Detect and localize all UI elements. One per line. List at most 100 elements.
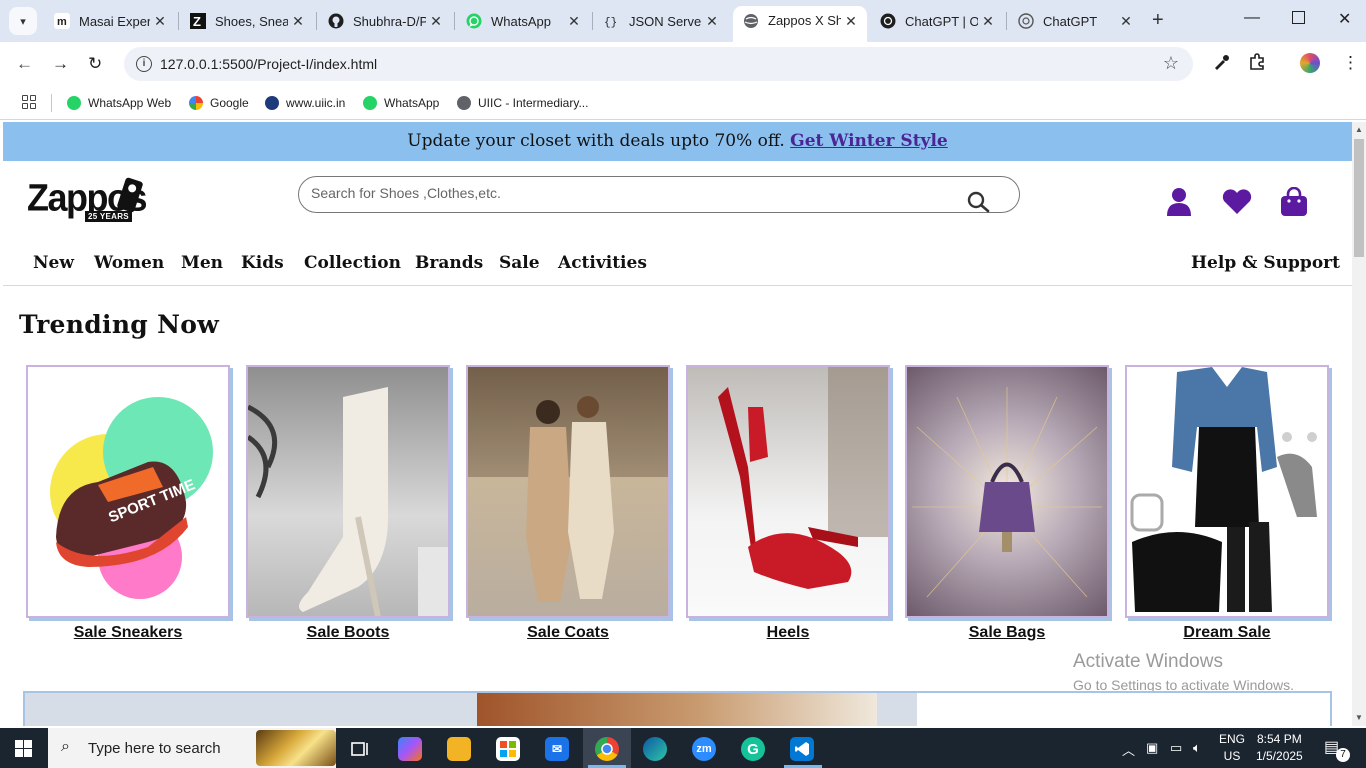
tray-chevron-up-icon[interactable]: ︿ [1122,740,1135,759]
profile-avatar[interactable] [1300,53,1320,73]
card-label[interactable]: Sale Boots [246,624,450,642]
chrome-icon[interactable] [595,737,619,761]
tab-chatgpt-1[interactable]: ChatGPT | O ✕ [870,6,1004,36]
card-label[interactable]: Sale Bags [905,624,1109,642]
bookmark-whatsapp[interactable]: WhatsApp [363,94,439,112]
trending-card-bags[interactable]: Sale Bags [905,365,1109,642]
nav-brands[interactable]: Brands [415,253,483,273]
forward-arrow-icon[interactable]: → [52,54,69,74]
close-icon[interactable]: ✕ [978,13,998,30]
scroll-down-icon[interactable]: ▼ [1355,713,1363,722]
card-label[interactable]: Dream Sale [1125,624,1329,642]
wishlist-heart-icon[interactable] [1221,189,1253,220]
microsoft-store-icon[interactable] [496,737,520,761]
search-highlight-image [256,730,336,766]
section-title: Trending Now [19,310,220,339]
search-input[interactable] [311,185,951,201]
new-tab-button[interactable]: + [1152,9,1164,31]
nav-activities[interactable]: Activities [558,253,647,273]
url-text[interactable]: 127.0.0.1:5500/Project-I/index.html [160,56,377,72]
promo-link[interactable]: Get Winter Style [790,131,948,151]
mail-icon[interactable]: ✉ [545,737,569,761]
trending-card-dream-sale[interactable]: Dream Sale [1125,365,1329,642]
tab-search-button[interactable]: ▾ [9,7,37,35]
apps-grid-icon[interactable] [22,95,36,109]
card-image[interactable]: SPORT TIME [26,365,230,618]
back-arrow-icon[interactable]: ← [16,54,33,74]
tab-github[interactable]: Shubhra-D/P ✕ [318,6,452,36]
card-label[interactable]: Sale Coats [466,624,670,642]
close-icon[interactable]: ✕ [564,13,584,30]
task-view-icon[interactable] [349,737,373,761]
close-icon[interactable]: ✕ [841,13,861,30]
tab-title: JSON Server [629,13,702,29]
card-image[interactable] [246,365,450,618]
minimize-button[interactable]: — [1244,9,1260,27]
window-close-button[interactable]: ✕ [1338,9,1351,29]
nav-women[interactable]: Women [94,253,164,273]
tab-chatgpt-2[interactable]: ChatGPT ✕ [1008,6,1142,36]
close-icon[interactable]: ✕ [1116,13,1136,30]
tab-whatsapp[interactable]: WhatsApp ✕ [456,6,590,36]
tab-masai[interactable]: m Masai Experi ✕ [44,6,176,36]
nav-kids[interactable]: Kids [241,253,284,273]
more-menu-icon[interactable]: ⋮ [1342,53,1359,73]
browser-toolbar: ← → ↻ i 127.0.0.1:5500/Project-I/index.h… [0,42,1366,86]
trending-card-sneakers[interactable]: SPORT TIME Sale Sneakers [26,365,230,642]
bookmark-uiic-intermediary[interactable]: UIIC - Intermediary... [457,94,588,112]
nav-new[interactable]: New [33,253,74,273]
volume-icon[interactable]: 🔈︎ [1193,740,1201,756]
search-box[interactable] [298,176,1020,213]
meet-now-icon[interactable]: ▣ [1146,740,1158,756]
trending-card-coats[interactable]: Sale Coats [466,365,670,642]
eyedropper-icon[interactable] [1212,53,1230,76]
taskbar-search[interactable]: ⌕ Type here to search [48,728,336,768]
scrollbar-thumb[interactable] [1354,139,1364,257]
battery-icon[interactable]: ▭ [1170,740,1182,756]
card-label[interactable]: Sale Sneakers [26,624,230,642]
close-icon[interactable]: ✕ [426,13,446,30]
nav-sale[interactable]: Sale [499,253,540,273]
nav-help-support[interactable]: Help & Support [1191,253,1340,273]
search-icon[interactable] [967,191,991,218]
tab-json-server[interactable]: {} JSON Server ✕ [594,6,728,36]
close-icon[interactable]: ✕ [702,13,722,30]
file-explorer-icon[interactable] [447,737,471,761]
reload-icon[interactable]: ↻ [88,54,102,74]
bookmark-uiic[interactable]: www.uiic.in [265,94,345,112]
tab-zappos-shoes[interactable]: Z Shoes, Sneak ✕ [180,6,314,36]
card-image[interactable] [466,365,670,618]
address-bar[interactable]: i 127.0.0.1:5500/Project-I/index.html ☆ [124,47,1193,81]
hero-banner[interactable] [23,691,1332,726]
bookmark-whatsapp-web[interactable]: WhatsApp Web [67,94,171,112]
zoom-icon[interactable]: zm [692,737,716,761]
nav-men[interactable]: Men [181,253,223,273]
grammarly-icon[interactable]: G [741,737,765,761]
windows-start-icon[interactable] [15,740,32,757]
vscode-icon[interactable] [790,737,814,761]
bookmark-google[interactable]: Google [189,94,249,112]
card-image[interactable] [905,365,1109,618]
page-scrollbar[interactable]: ▲ ▼ [1352,122,1366,726]
nav-collection[interactable]: Collection [304,253,401,273]
close-icon[interactable]: ✕ [288,13,308,30]
language-indicator[interactable]: ENG US [1219,731,1245,765]
extensions-puzzle-icon[interactable] [1248,53,1266,76]
close-icon[interactable]: ✕ [150,13,170,30]
bookmark-star-icon[interactable]: ☆ [1163,53,1179,74]
card-image[interactable] [1125,365,1329,618]
user-account-icon[interactable] [1166,187,1192,222]
scroll-up-icon[interactable]: ▲ [1355,125,1363,134]
card-image[interactable] [686,365,890,618]
copilot-icon[interactable] [398,737,422,761]
trending-card-boots[interactable]: Sale Boots [246,365,450,642]
uiic-icon [265,96,279,110]
shopping-bag-icon[interactable] [1280,186,1308,222]
edge-icon[interactable] [643,737,667,761]
taskbar-clock[interactable]: 8:54 PM 1/5/2025 [1256,731,1303,765]
card-label[interactable]: Heels [686,624,890,642]
trending-card-heels[interactable]: Heels [686,365,890,642]
site-info-icon[interactable]: i [136,56,152,72]
tab-zappos-active[interactable]: Zappos X Sh ✕ [733,6,867,42]
maximize-button[interactable] [1292,11,1305,24]
